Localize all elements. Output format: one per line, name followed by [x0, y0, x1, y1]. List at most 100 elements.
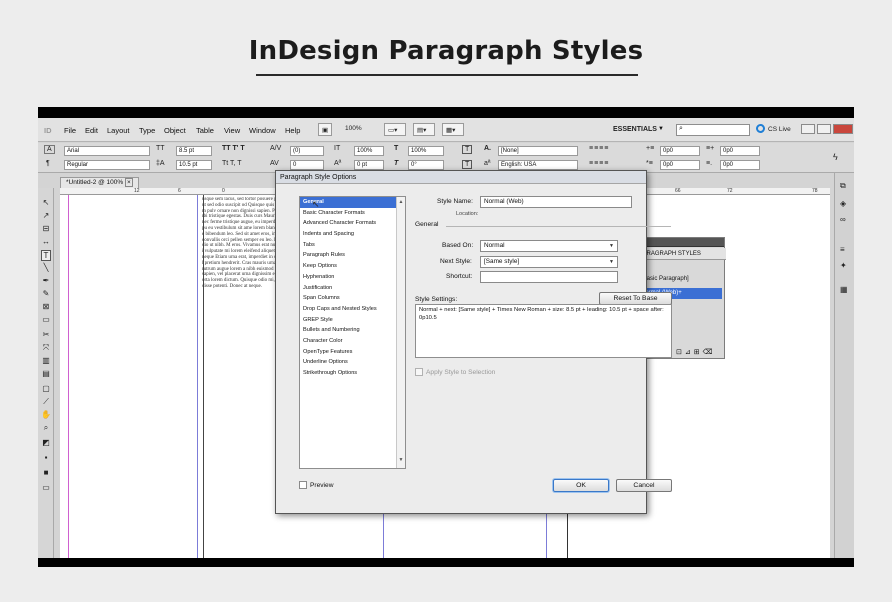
- menu-layout[interactable]: Layout: [107, 126, 130, 135]
- leading-field[interactable]: 10.5 pt: [176, 160, 212, 170]
- panel-tab[interactable]: PARAGRAPH STYLES: [636, 248, 726, 260]
- stroke-panel-icon[interactable]: ≡: [840, 245, 845, 254]
- panel-header[interactable]: [636, 238, 724, 247]
- page-tool-icon[interactable]: ⊟: [41, 224, 51, 233]
- lightning-icon[interactable]: ϟ: [833, 152, 838, 162]
- screen-mode-tool-icon[interactable]: ▭: [41, 483, 51, 492]
- skew-field[interactable]: 0°: [408, 160, 444, 170]
- fill-stroke-icon[interactable]: ◩: [41, 438, 51, 447]
- category-item[interactable]: Hyphenation: [300, 272, 405, 283]
- apply-style-checkbox[interactable]: [415, 368, 423, 376]
- gradient-tool-icon[interactable]: ▥: [41, 356, 51, 365]
- arrange-documents-icon[interactable]: ▦▾: [442, 123, 464, 136]
- menu-table[interactable]: Table: [196, 126, 214, 135]
- direct-selection-tool-icon[interactable]: ↗: [41, 211, 51, 220]
- pencil-tool-icon[interactable]: ✎: [41, 289, 51, 298]
- menu-view[interactable]: View: [224, 126, 240, 135]
- category-item[interactable]: Paragraph Rules: [300, 250, 405, 261]
- category-item[interactable]: GREP Style: [300, 315, 405, 326]
- menu-window[interactable]: Window: [249, 126, 276, 135]
- scissors-tool-icon[interactable]: ✂: [41, 330, 51, 339]
- normal-view-icon[interactable]: ■: [41, 468, 51, 477]
- ok-button[interactable]: OK: [553, 479, 609, 492]
- next-style-select[interactable]: [Same style] ▼: [480, 256, 618, 268]
- text-wrap-panel-icon[interactable]: ▦: [840, 285, 848, 294]
- close-tab-icon[interactable]: ×: [125, 178, 133, 187]
- cs-live-menu[interactable]: CS Live: [756, 124, 791, 133]
- cancel-button[interactable]: Cancel: [616, 479, 672, 492]
- horizontal-scale-field[interactable]: 100%: [408, 146, 444, 156]
- align-left-icon[interactable]: ≡≡≡≡: [589, 145, 609, 152]
- font-family-field[interactable]: Arial: [64, 146, 150, 156]
- kerning-field[interactable]: (0): [290, 146, 324, 156]
- stroke-color-icon[interactable]: T: [462, 160, 473, 169]
- selection-tool-icon[interactable]: ↖: [41, 198, 51, 207]
- first-line-indent-field[interactable]: 0p0: [660, 160, 700, 170]
- swatches-panel-icon[interactable]: ✦: [840, 261, 847, 270]
- style-name-input[interactable]: Normal (Web): [480, 196, 632, 208]
- right-indent-field[interactable]: 0p0: [720, 146, 760, 156]
- category-item[interactable]: Tabs: [300, 240, 405, 251]
- based-on-select[interactable]: Normal ▼: [480, 240, 618, 252]
- category-item[interactable]: Justification: [300, 283, 405, 294]
- tracking-field[interactable]: 0: [290, 160, 324, 170]
- menu-object[interactable]: Object: [164, 126, 186, 135]
- all-caps-icon[interactable]: TT T' T: [222, 145, 245, 152]
- workspace-chevron-icon[interactable]: ▼: [658, 126, 664, 132]
- justify-icon[interactable]: ≡≡≡≡: [589, 160, 609, 167]
- preview-checkbox[interactable]: [299, 481, 307, 489]
- fill-color-icon[interactable]: T: [462, 145, 473, 154]
- layers-panel-icon[interactable]: ◈: [840, 199, 846, 208]
- category-item[interactable]: Character Color: [300, 336, 405, 347]
- category-item[interactable]: Indents and Spacing: [300, 229, 405, 240]
- pages-panel-icon[interactable]: ⧉: [840, 181, 846, 191]
- search-field[interactable]: ⌕: [676, 124, 750, 136]
- pen-tool-icon[interactable]: ✒: [41, 276, 51, 285]
- category-item[interactable]: OpenType Features: [300, 347, 405, 358]
- character-mode-icon[interactable]: A: [44, 145, 55, 154]
- minimize-button[interactable]: [801, 124, 815, 134]
- left-indent-field[interactable]: 0p0: [660, 146, 700, 156]
- menu-file[interactable]: File: [64, 126, 76, 135]
- category-item[interactable]: Drop Caps and Nested Styles: [300, 304, 405, 315]
- workspace-switcher[interactable]: ESSENTIALS: [613, 126, 657, 133]
- line-tool-icon[interactable]: ╲: [41, 263, 51, 272]
- zoom-level[interactable]: 100%: [342, 123, 370, 136]
- view-options-icon[interactable]: ▭▾: [384, 123, 406, 136]
- zoom-tool-icon[interactable]: ⌕: [41, 423, 51, 433]
- dialog-title[interactable]: Paragraph Style Options: [276, 171, 646, 184]
- close-button[interactable]: [833, 124, 853, 134]
- character-style-field[interactable]: [None]: [498, 146, 578, 156]
- last-line-indent-field[interactable]: 0p0: [720, 160, 760, 170]
- free-transform-tool-icon[interactable]: ⤧: [41, 343, 51, 353]
- category-item[interactable]: Bullets and Numbering: [300, 325, 405, 336]
- menu-edit[interactable]: Edit: [85, 126, 98, 135]
- gap-tool-icon[interactable]: ↔: [41, 237, 51, 246]
- hand-tool-icon[interactable]: ✋: [41, 410, 51, 419]
- category-scrollbar[interactable]: ▲ ▼: [396, 197, 405, 468]
- vertical-scale-field[interactable]: 100%: [354, 146, 384, 156]
- formatting-affects-icon[interactable]: ▪: [41, 453, 51, 462]
- paragraph-mode-icon[interactable]: ¶: [46, 160, 50, 167]
- underline-icon[interactable]: Tt T, T: [222, 160, 242, 167]
- category-item[interactable]: Underline Options: [300, 357, 405, 368]
- rectangle-frame-tool-icon[interactable]: ⊠: [41, 302, 51, 311]
- language-field[interactable]: English: USA: [498, 160, 578, 170]
- style-row[interactable]: [Basic Paragraph]: [638, 274, 722, 285]
- rectangle-tool-icon[interactable]: ▭: [41, 315, 51, 324]
- type-tool-icon[interactable]: T: [41, 250, 51, 261]
- links-panel-icon[interactable]: ∞: [840, 215, 846, 224]
- eyedropper-tool-icon[interactable]: ⟋: [41, 397, 51, 407]
- gradient-feather-tool-icon[interactable]: ▤: [41, 369, 51, 378]
- restore-button[interactable]: [817, 124, 831, 134]
- menu-type[interactable]: Type: [139, 126, 155, 135]
- bridge-icon[interactable]: ▣: [318, 123, 332, 136]
- category-item[interactable]: Strikethrough Options: [300, 368, 405, 379]
- document-tab[interactable]: *Untitled-2 @ 100% ×: [60, 177, 139, 188]
- menu-help[interactable]: Help: [285, 126, 300, 135]
- baseline-shift-field[interactable]: 0 pt: [354, 160, 384, 170]
- shortcut-input[interactable]: [480, 271, 618, 283]
- panel-footer-icons[interactable]: ⊡⊿⊞⌫: [676, 348, 716, 356]
- category-item[interactable]: Keep Options: [300, 261, 405, 272]
- note-tool-icon[interactable]: ▢: [41, 384, 51, 393]
